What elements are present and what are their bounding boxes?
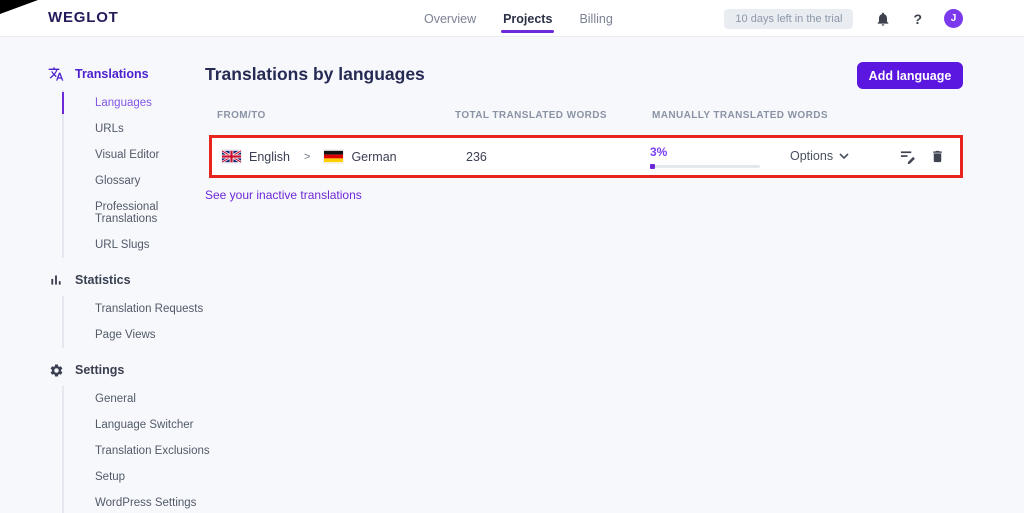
topbar-right-cluster: 10 days left in the trial ? J (724, 0, 963, 37)
progress-bar-track (650, 164, 760, 169)
sidebar-section-label: Translations (75, 67, 149, 81)
weglot-dashboard: WEGLOT Overview Projects Billing 10 days… (0, 0, 1024, 513)
inactive-translations-link[interactable]: See your inactive translations (205, 188, 362, 202)
nav-tab-projects[interactable]: Projects (501, 0, 555, 37)
progress-percent-label: 3% (650, 145, 668, 159)
sidebar-section-translations[interactable]: Translations (48, 60, 213, 88)
total-translated-words-value: 236 (466, 150, 487, 164)
nav-tab-overview[interactable]: Overview (424, 0, 476, 37)
table-header-row: FROM/TO TOTAL TRANSLATED WORDS MANUALLY … (0, 110, 1024, 124)
avatar[interactable]: J (944, 9, 963, 28)
page-title: Translations by languages (205, 64, 425, 84)
sidebar-section-statistics[interactable]: Statistics (48, 266, 213, 294)
language-pair: English > German (222, 138, 397, 175)
gear-icon (48, 362, 64, 378)
settings-sub-list: General Language Switcher Translation Ex… (62, 386, 213, 513)
delete-language-icon[interactable] (930, 148, 945, 165)
options-dropdown[interactable]: Options (790, 149, 849, 163)
top-bar: WEGLOT Overview Projects Billing 10 days… (0, 0, 1024, 37)
manual-translation-progress: 3% (650, 143, 760, 169)
language-row-content: English > German 236 3% Options (212, 138, 960, 175)
to-language-label: German (351, 149, 397, 164)
column-header-fromto: FROM/TO (217, 110, 266, 121)
sidebar-item-url-slugs[interactable]: URL Slugs (64, 232, 213, 258)
top-navigation: Overview Projects Billing (424, 0, 613, 37)
nav-tab-billing[interactable]: Billing (579, 0, 612, 37)
sidebar-item-wordpress-settings[interactable]: WordPress Settings (64, 490, 213, 513)
trial-status-badge: 10 days left in the trial (724, 8, 854, 29)
column-header-manually-translated-words: MANUALLY TRANSLATED WORDS (652, 110, 828, 121)
sidebar-item-visual-editor[interactable]: Visual Editor (64, 142, 213, 168)
chevron-down-icon (839, 153, 849, 159)
add-language-button[interactable]: Add language (857, 62, 963, 89)
language-arrow-separator: > (304, 150, 311, 163)
uk-flag-icon (222, 150, 241, 163)
from-language-label: English (249, 149, 290, 164)
sidebar-item-translation-exclusions[interactable]: Translation Exclusions (64, 438, 213, 464)
weglot-logo[interactable]: WEGLOT (48, 9, 119, 26)
sidebar-item-setup[interactable]: Setup (64, 464, 213, 490)
sidebar-item-translation-requests[interactable]: Translation Requests (64, 296, 213, 322)
sidebar-section-label: Statistics (75, 273, 131, 287)
options-label: Options (790, 149, 834, 163)
sidebar-item-professional-translations[interactable]: Professional Translations (64, 194, 213, 232)
progress-bar-fill (650, 164, 655, 169)
sidebar-item-page-views[interactable]: Page Views (64, 322, 213, 348)
german-flag-icon (324, 150, 344, 163)
edit-translations-icon[interactable] (898, 148, 917, 166)
notifications-bell-icon[interactable] (875, 11, 891, 27)
help-icon[interactable]: ? (913, 11, 922, 27)
bar-chart-icon (48, 272, 64, 288)
sidebar-item-glossary[interactable]: Glossary (64, 168, 213, 194)
statistics-sub-list: Translation Requests Page Views (62, 296, 213, 348)
sidebar-item-general[interactable]: General (64, 386, 213, 412)
sidebar-item-language-switcher[interactable]: Language Switcher (64, 412, 213, 438)
language-row-highlighted: English > German 236 3% Options (209, 135, 963, 178)
translate-icon (48, 66, 64, 82)
sidebar: Translations Languages URLs Visual Edito… (48, 60, 213, 513)
sidebar-section-label: Settings (75, 363, 125, 377)
column-header-total-translated-words: TOTAL TRANSLATED WORDS (455, 110, 607, 121)
sidebar-section-settings[interactable]: Settings (48, 356, 213, 384)
